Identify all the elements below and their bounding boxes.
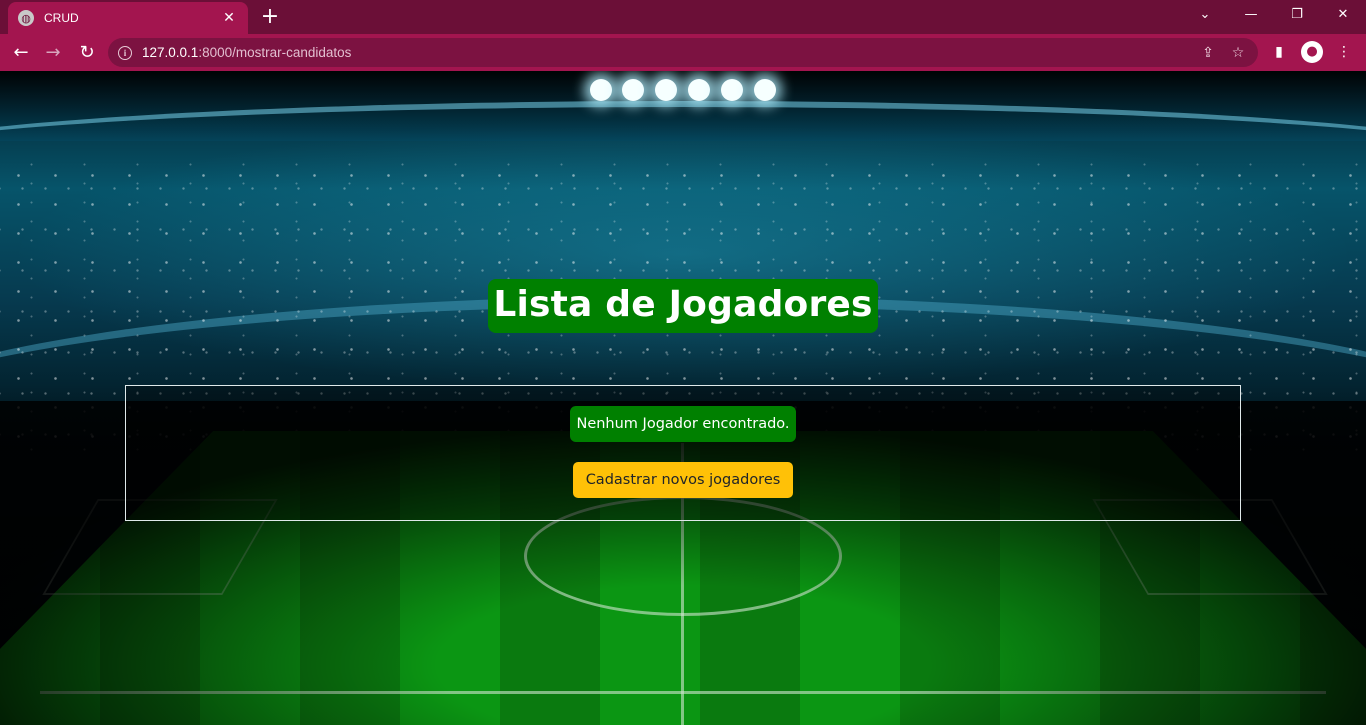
share-icon[interactable]: ⇪ (1198, 43, 1218, 63)
heading-container: Lista de Jogadores (0, 279, 1366, 333)
forward-icon[interactable]: → (40, 40, 66, 66)
url-text: 127.0.0.1:8000/mostrar-candidatos (142, 45, 352, 60)
close-window-button[interactable]: ✕ (1328, 4, 1358, 26)
browser-toolbar: ← → ↻ i 127.0.0.1:8000/mostrar-candidato… (0, 34, 1366, 71)
empty-state-message: Nenhum Jogador encontrado. (570, 406, 796, 442)
page-title: Lista de Jogadores (488, 279, 878, 333)
floodlight (622, 79, 644, 101)
floodlight (754, 79, 776, 101)
browser-tab-crud[interactable]: ◍ CRUD ✕ (8, 2, 248, 34)
floodlight (590, 79, 612, 101)
tab-strip: ◍ CRUD ✕ + ⌄ — ❐ ✕ (0, 0, 1366, 34)
profile-icon[interactable]: ● (1301, 41, 1323, 63)
address-bar[interactable]: i 127.0.0.1:8000/mostrar-candidatos ⇪ ☆ (108, 38, 1258, 67)
restore-button[interactable]: ❐ (1282, 4, 1312, 26)
back-icon[interactable]: ← (8, 40, 34, 66)
tab-search-icon[interactable]: ⌄ (1190, 4, 1220, 26)
players-panel: Nenhum Jogador encontrado. Cadastrar nov… (125, 385, 1241, 521)
globe-icon: ◍ (18, 10, 34, 26)
tab-title: CRUD (44, 11, 79, 25)
button-container: Cadastrar novos jogadores (126, 462, 1240, 498)
star-icon[interactable]: ☆ (1228, 43, 1248, 63)
floodlight (688, 79, 710, 101)
new-tab-button[interactable]: + (258, 5, 282, 29)
reload-icon[interactable]: ↻ (74, 40, 100, 66)
message-container: Nenhum Jogador encontrado. (126, 406, 1240, 442)
floodlight (655, 79, 677, 101)
register-players-button[interactable]: Cadastrar novos jogadores (572, 462, 794, 498)
tab-close-icon[interactable]: ✕ (220, 10, 238, 26)
menu-icon[interactable]: ⋮ (1333, 41, 1355, 63)
minimize-button[interactable]: — (1236, 4, 1266, 26)
sidepanel-icon[interactable]: ▮ (1268, 41, 1290, 63)
floodlight (721, 79, 743, 101)
info-icon[interactable]: i (118, 45, 132, 60)
page-viewport: Lista de Jogadores Nenhum Jogador encont… (0, 71, 1366, 725)
